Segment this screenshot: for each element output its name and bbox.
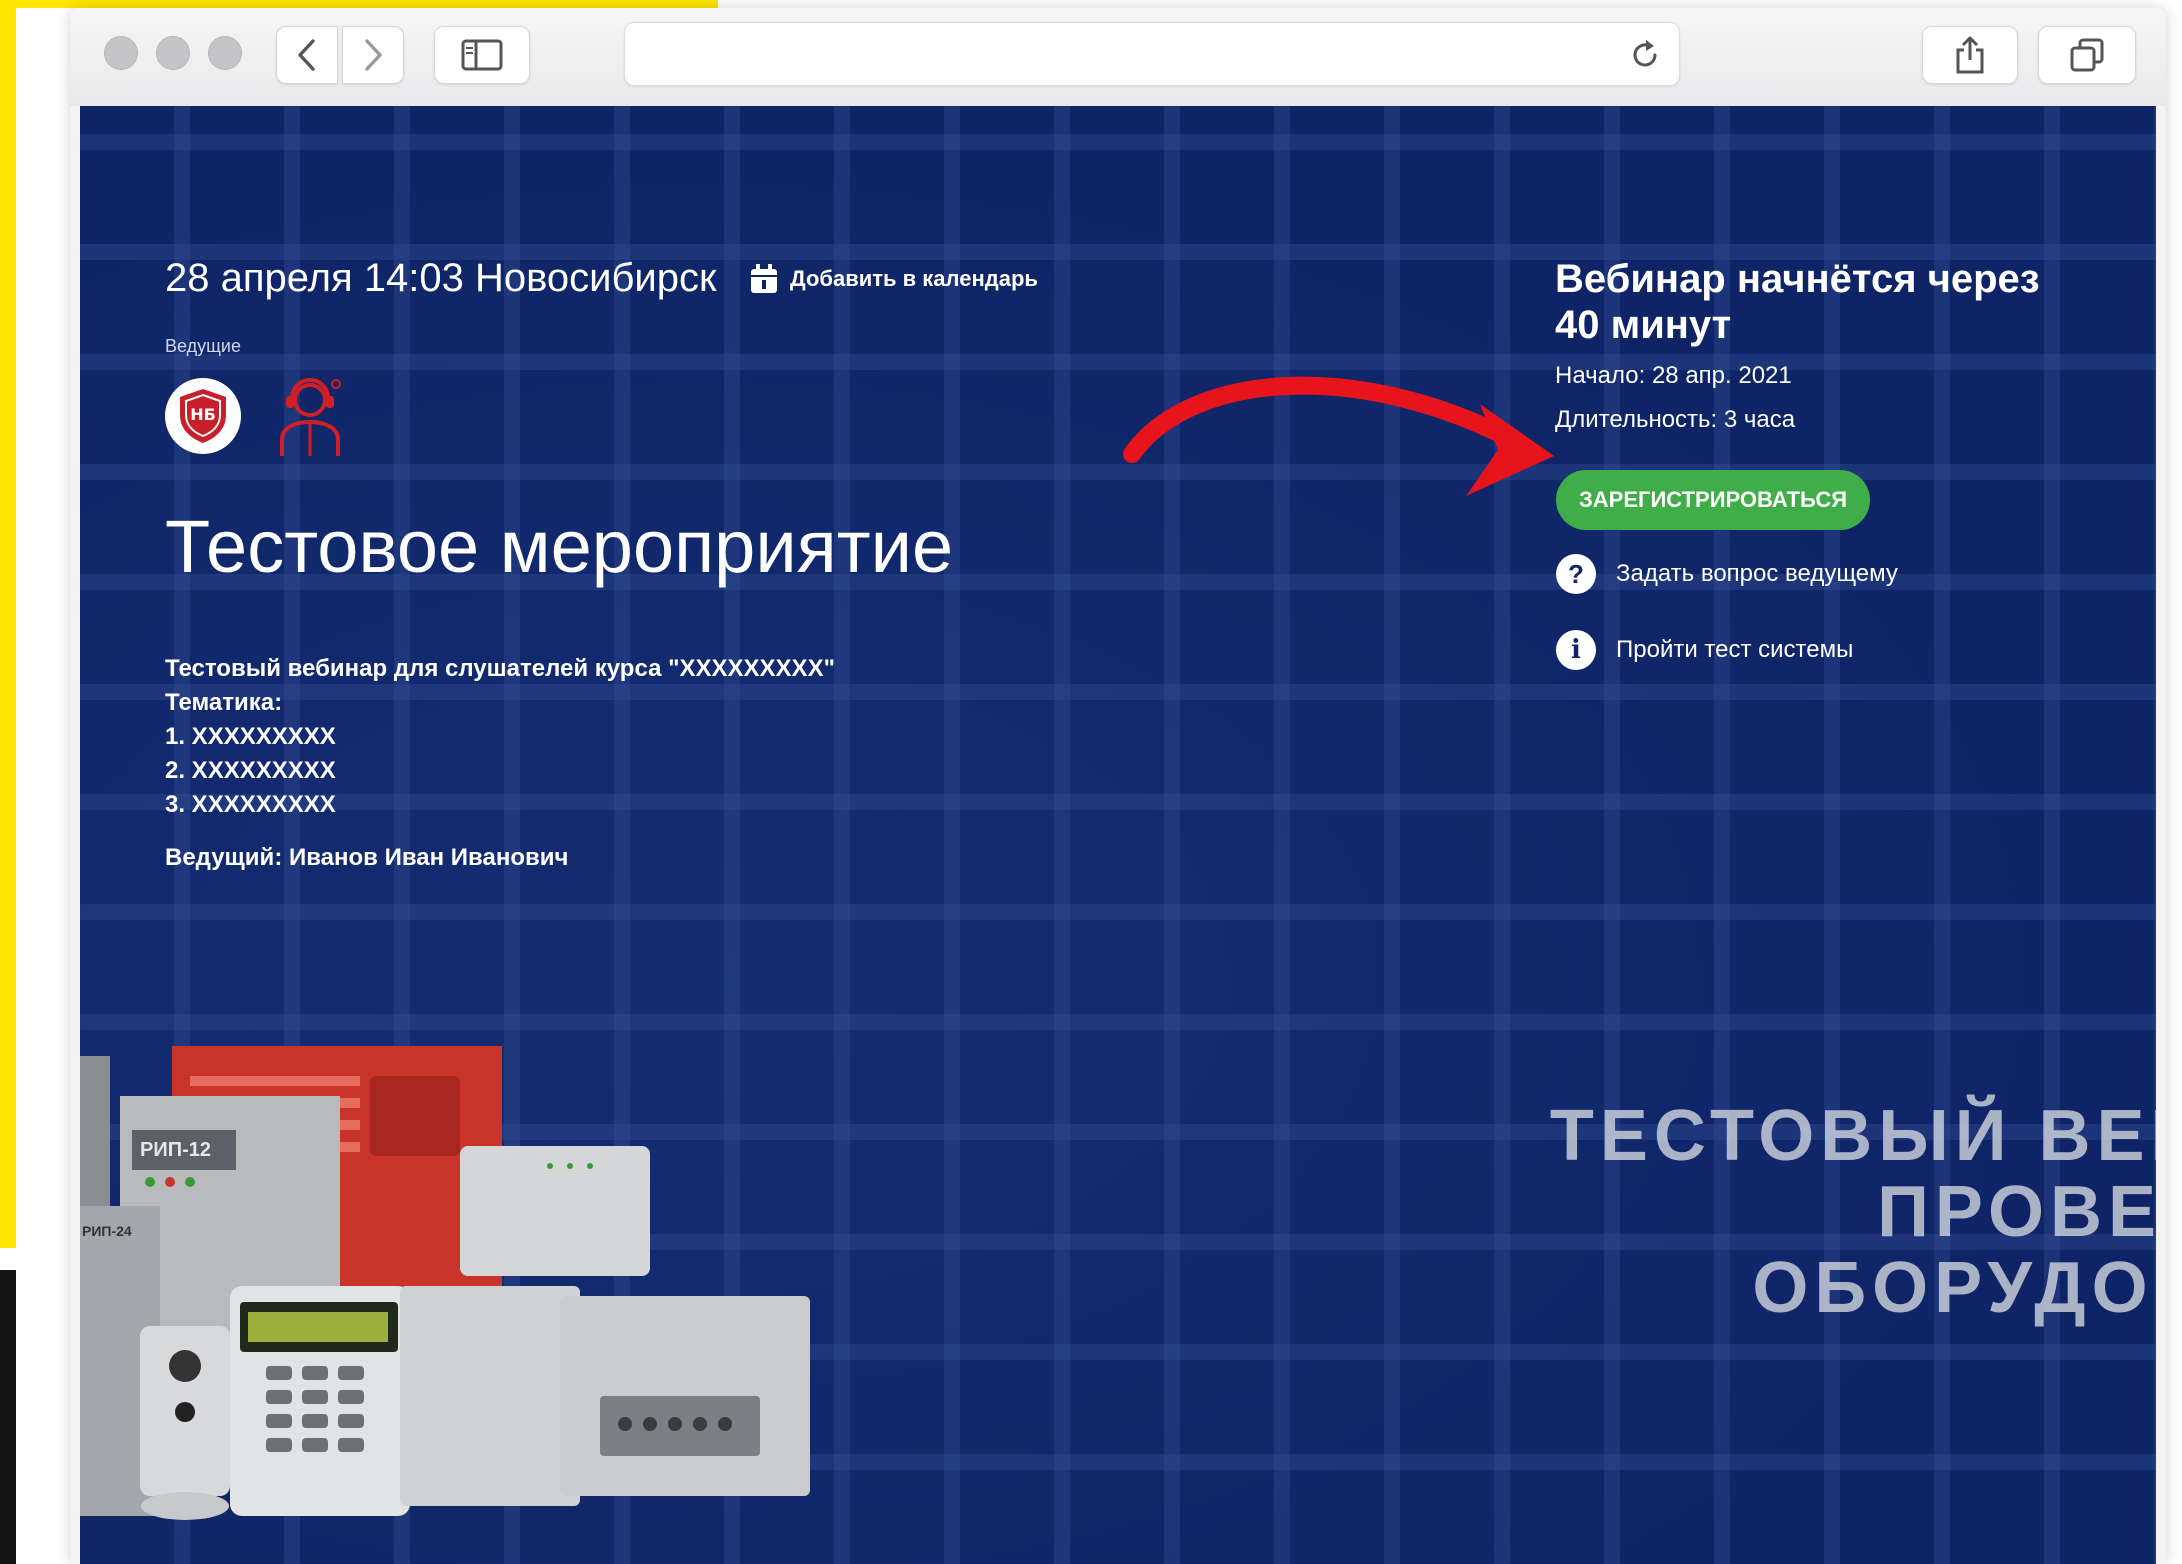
browser-toolbar [70, 8, 2166, 106]
chevron-right-icon [365, 39, 382, 71]
dark-frame-left [0, 1270, 16, 1564]
host-name-line: Ведущий: Иванов Иван Иванович [165, 844, 569, 871]
add-to-calendar-link[interactable]: Добавить в календарь [750, 264, 1038, 294]
reload-icon [1633, 40, 1657, 67]
description-line: 2. XXXXXXXXX [165, 757, 336, 784]
browser-window: 28 апреля 14:03 Новосибирск Добавить в к… [70, 8, 2166, 1564]
zoom-window-button[interactable] [208, 36, 242, 70]
system-test-link[interactable]: i Пройти тест системы [1556, 630, 1853, 670]
yellow-frame-top [0, 0, 718, 8]
duration: Длительность: 3 часа [1555, 406, 1796, 433]
share-icon [1956, 36, 1984, 74]
description-line: Тематика: [165, 689, 283, 716]
system-test-label: Пройти тест системы [1616, 636, 1854, 663]
start-date: Начало: 28 апр. 2021 [1555, 362, 1792, 389]
rip12-label: РИП-12 [140, 1139, 211, 1161]
sidebar-toggle-button[interactable] [434, 26, 530, 84]
share-button[interactable] [1922, 26, 2018, 84]
description-line: Тестовый вебинар для слушателей курса "X… [165, 655, 835, 682]
tabs-overview-button[interactable] [2038, 26, 2136, 84]
add-to-calendar-label: Добавить в календарь [790, 266, 1038, 291]
countdown-heading: Вебинар начнётся через 40 минут [1555, 257, 2040, 347]
shield-logo-text: НБ [190, 405, 216, 424]
event-description: Тестовый вебинар для слушателей курса "X… [165, 652, 835, 822]
address-bar[interactable] [624, 22, 1680, 86]
calendar-icon [751, 264, 777, 293]
rip24-label: РИП-24 [82, 1223, 132, 1239]
host-avatar-shield[interactable]: НБ [165, 378, 241, 454]
minimize-window-button[interactable] [156, 36, 190, 70]
yellow-frame-left [0, 0, 16, 1248]
close-window-button[interactable] [104, 36, 138, 70]
shield-logo-icon: НБ [180, 389, 226, 443]
event-date-location: 28 апреля 14:03 Новосибирск [165, 256, 717, 300]
description-line: 3. XXXXXXXXX [165, 791, 336, 818]
banner-line: ТЕСТОВЫЙ ВЕБИ [1549, 1096, 2156, 1176]
tabs-icon [2070, 38, 2104, 72]
chevron-left-icon [298, 39, 315, 71]
register-button[interactable]: ЗАРЕГИСТРИРОВАТЬСЯ [1556, 470, 1870, 530]
host-avatar-person-icon[interactable] [270, 374, 350, 458]
banner-line: ПРОВЕРК [1877, 1172, 2156, 1252]
red-arrow-annotation-icon [1123, 376, 1554, 496]
description-line: 1. XXXXXXXXX [165, 723, 336, 750]
sidebar-icon [461, 39, 503, 71]
forward-button[interactable] [342, 26, 404, 84]
event-title: Тестовое мероприятие [165, 505, 954, 588]
webinar-banner-text: ТЕСТОВЫЙ ВЕБИ ПРОВЕРК ОБОРУДОВА [1550, 1098, 2156, 1326]
banner-line: ОБОРУДОВА [1752, 1248, 2156, 1328]
ask-question-label: Задать вопрос ведущему [1616, 560, 1898, 587]
back-button[interactable] [276, 26, 338, 84]
question-icon: ? [1556, 554, 1596, 594]
webinar-page: 28 апреля 14:03 Новосибирск Добавить в к… [80, 106, 2156, 1564]
ask-question-link[interactable]: ? Задать вопрос ведущему [1556, 554, 1898, 594]
security-equipment-image: РИП-12 РИП-24 [80, 1046, 810, 1520]
hosts-label: Ведущие [165, 336, 241, 356]
reload-button[interactable] [1625, 35, 1665, 75]
info-icon: i [1556, 630, 1596, 670]
